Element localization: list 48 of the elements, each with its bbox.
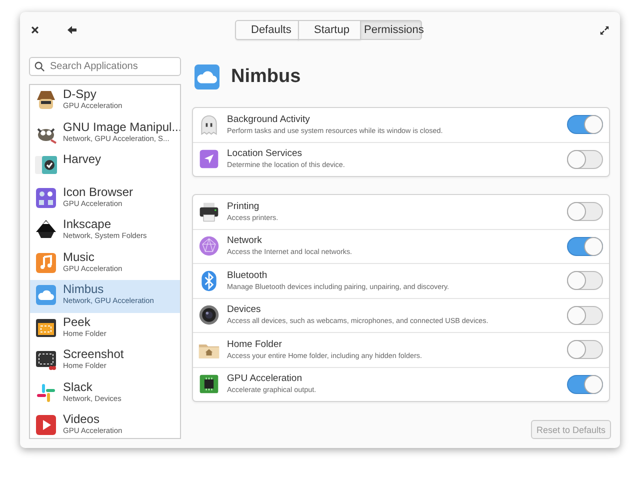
permission-title: Devices: [227, 304, 262, 316]
app-name: Slack: [63, 380, 94, 394]
toggle-switch[interactable]: [567, 306, 603, 325]
permission-title: GPU Acceleration: [227, 373, 303, 386]
app-name: Music: [63, 250, 96, 264]
app-name: Inkscape: [63, 218, 112, 231]
app-name: Screenshot: [63, 348, 124, 361]
chip-icon: [198, 373, 220, 396]
app-list-item[interactable]: Harvey: [30, 150, 180, 182]
toggle-switch[interactable]: [567, 150, 603, 169]
permission-title: Bluetooth: [227, 270, 268, 282]
app-name: Nimbus: [63, 283, 105, 296]
toggle-switch[interactable]: [567, 202, 603, 222]
expand-icon[interactable]: [599, 24, 610, 36]
checkmark-icon: [34, 153, 58, 177]
globe-icon: [198, 235, 220, 258]
camera-lens-icon: [198, 304, 220, 326]
toggle-switch[interactable]: [567, 236, 603, 256]
toggle-switch[interactable]: [567, 115, 603, 134]
ghost-icon: [198, 114, 220, 136]
toggle-switch[interactable]: [567, 271, 603, 290]
app-name: Peek: [63, 316, 92, 328]
cloud-icon: [192, 62, 222, 92]
permission-title: Home Folder: [227, 338, 283, 351]
tab[interactable]: Defaults: [235, 20, 299, 40]
search-field[interactable]: Search Applications: [29, 57, 181, 76]
app-name: Icon Browser: [63, 186, 134, 198]
tab[interactable]: Permissions: [360, 20, 422, 40]
spy-icon: [34, 88, 58, 112]
app-title: Nimbus: [231, 66, 301, 88]
music-note-icon: [34, 250, 58, 274]
permission-title: Background Activity: [227, 114, 311, 126]
cloud-icon: [34, 283, 58, 307]
permission-title: Location Services: [227, 148, 303, 160]
permission-title: Network: [227, 235, 263, 248]
printer-icon: [198, 200, 220, 223]
toggle-switch[interactable]: [567, 340, 603, 360]
permission-title: Printing: [227, 200, 260, 213]
app-name: Harvey: [63, 153, 102, 166]
close-icon[interactable]: [30, 25, 40, 35]
app-name: Videos: [63, 413, 100, 426]
screenshot-icon: [34, 348, 58, 372]
app-name: D-Spy: [63, 88, 98, 101]
tab[interactable]: Startup: [298, 20, 361, 40]
grid-icon: [34, 186, 58, 210]
back-arrow-icon[interactable]: [66, 24, 78, 36]
location-icon: [198, 148, 220, 170]
toggle-switch[interactable]: [567, 374, 603, 394]
